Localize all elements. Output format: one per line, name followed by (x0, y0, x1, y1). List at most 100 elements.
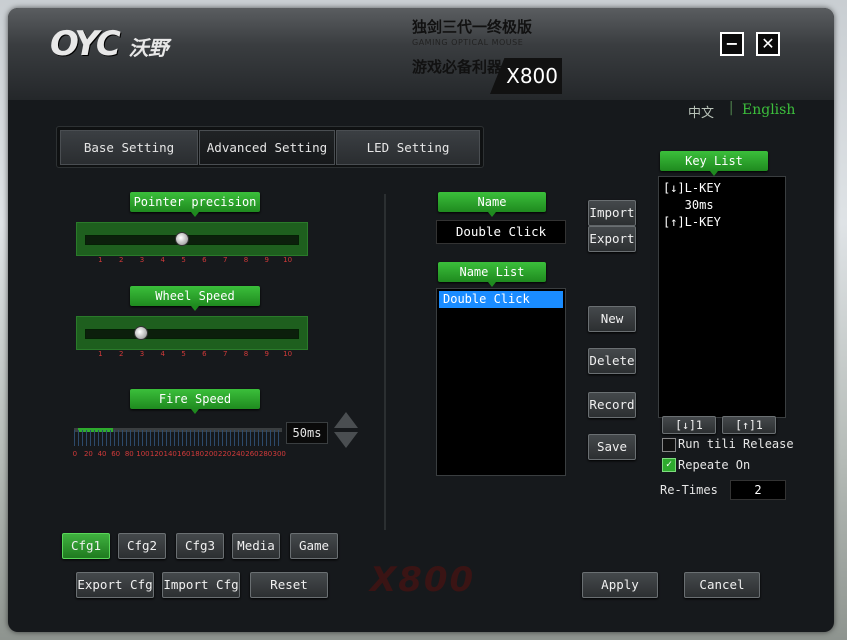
tick-label: 10 (283, 350, 293, 358)
product-slogan: 游戏必备利器 (412, 58, 503, 76)
tick-label: 220 (218, 450, 232, 458)
language-chinese[interactable]: 中文 (688, 102, 714, 121)
tick-label: 3 (139, 256, 145, 264)
slider-groove (85, 329, 299, 339)
tick-label: 120 (149, 450, 164, 458)
tick-label: 7 (222, 350, 228, 358)
tab-led-setting[interactable]: LED Setting (336, 130, 480, 165)
fire-speed-down-arrow-icon[interactable] (334, 432, 358, 448)
tab-advanced-setting[interactable]: Advanced Setting (199, 130, 335, 165)
tab-base-setting[interactable]: Base Setting (60, 130, 198, 165)
macro-name-list[interactable]: Double Click (436, 288, 566, 476)
tick-label: 2 (118, 350, 124, 358)
brand-logo: OYC 沃野 (50, 24, 210, 76)
tick-label: 180 (190, 450, 205, 458)
repeat-on-label: Repeate On (678, 458, 751, 472)
language-separator: | (727, 100, 736, 116)
pointer-precision-ticks: 1 2 3 4 5 6 7 8 9 10 (90, 256, 298, 264)
list-item[interactable]: [↑]L-KEY (659, 214, 785, 231)
tick-label: 10 (283, 256, 293, 264)
tick-label: 100 (136, 450, 150, 458)
import-button[interactable]: Import (588, 200, 636, 226)
cfg2-button[interactable]: Cfg2 (118, 533, 166, 559)
tick-label: 5 (181, 256, 186, 264)
tick-label: 20 (83, 450, 93, 458)
cancel-button[interactable]: Cancel (684, 572, 760, 598)
tick-label: 8 (243, 256, 249, 264)
retimes-label: Re-Times (660, 483, 718, 497)
retimes-input[interactable]: 2 (730, 480, 786, 500)
wheel-speed-slider[interactable] (76, 316, 308, 350)
tick-label: 8 (243, 350, 249, 358)
new-button[interactable]: New (588, 306, 636, 332)
product-subtitle: GAMING OPTICAL MOUSE (412, 38, 524, 47)
pointer-precision-slider[interactable] (76, 222, 308, 256)
tick-label: 240 (231, 450, 245, 458)
close-button[interactable]: ✕ (756, 32, 780, 56)
fire-speed-label: Fire Speed (130, 389, 260, 414)
name-list-label: Name List (438, 262, 546, 287)
slider-groove (85, 235, 299, 245)
export-cfg-button[interactable]: Export Cfg (76, 572, 154, 598)
fire-speed-value: 50ms (286, 422, 328, 444)
tick-label: 1 (98, 350, 103, 358)
tick-label: 2 (118, 256, 124, 264)
fire-speed-up-arrow-icon[interactable] (334, 412, 358, 428)
cfg3-button[interactable]: Cfg3 (176, 533, 224, 559)
app-window: OYC 沃野 独剑三代一终极版 GAMING OPTICAL MOUSE 游戏必… (8, 8, 834, 632)
wheel-speed-knob[interactable] (134, 326, 148, 340)
reset-button[interactable]: Reset (250, 572, 328, 598)
title-bar: OYC 沃野 独剑三代一终极版 GAMING OPTICAL MOUSE 游戏必… (8, 8, 834, 100)
list-item[interactable]: 30ms (659, 197, 785, 214)
tick-label: 6 (202, 256, 207, 264)
wheel-speed-label: Wheel Speed (130, 286, 260, 311)
tick-label: 3 (139, 350, 145, 358)
settings-tabs: Base Setting Advanced Setting LED Settin… (56, 126, 484, 168)
media-button[interactable]: Media (232, 533, 280, 559)
wheel-speed-ticks: 1 2 3 4 5 6 7 8 9 10 (90, 350, 298, 358)
logo-cn-text: 沃野 (128, 36, 169, 60)
tick-label: 9 (264, 350, 269, 358)
tick-label: 260 (245, 450, 259, 458)
key-down-button[interactable]: [↓]1 (662, 416, 716, 434)
export-button[interactable]: Export (588, 226, 636, 252)
model-name: X800 (506, 64, 558, 88)
list-item[interactable]: Double Click (439, 291, 563, 308)
key-list[interactable]: [↓]L-KEY 30ms [↑]L-KEY (658, 176, 786, 418)
language-english[interactable]: English (742, 102, 795, 118)
tick-label: 0 (72, 450, 78, 458)
run-till-release-label: Run tili Release (678, 437, 794, 451)
tick-label: 6 (202, 350, 207, 358)
tick-label: 5 (181, 350, 186, 358)
key-up-button[interactable]: [↑]1 (722, 416, 776, 434)
tick-label: 4 (160, 256, 166, 264)
fire-speed-ruler (74, 430, 282, 446)
repeat-on-checkbox[interactable]: ✓ (662, 458, 676, 472)
apply-button[interactable]: Apply (582, 572, 658, 598)
record-button[interactable]: Record (588, 392, 636, 418)
logo-text: OYC (50, 24, 121, 64)
pointer-precision-knob[interactable] (175, 232, 189, 246)
model-watermark: X800 (370, 560, 476, 600)
import-cfg-button[interactable]: Import Cfg (162, 572, 240, 598)
macro-name-field[interactable]: Double Click (436, 220, 566, 244)
minimize-button[interactable]: − (720, 32, 744, 56)
list-item[interactable]: [↓]L-KEY (659, 180, 785, 197)
run-till-release-checkbox[interactable] (662, 438, 676, 452)
key-list-label: Key List (660, 151, 768, 176)
tick-label: 140 (163, 450, 177, 458)
tick-label: 160 (177, 450, 191, 458)
tick-label: 4 (160, 350, 166, 358)
name-label: Name (438, 192, 546, 217)
tick-label: 80 (124, 450, 134, 458)
product-title-cn: 独剑三代一终极版 (412, 18, 533, 36)
tick-label: 40 (97, 450, 107, 458)
game-button[interactable]: Game (290, 533, 338, 559)
pointer-precision-label: Pointer precision (130, 192, 260, 217)
fire-speed-slider[interactable] (74, 424, 284, 450)
tick-label: 9 (264, 256, 269, 264)
delete-button[interactable]: Delete (588, 348, 636, 374)
tick-label: 280 (258, 450, 273, 458)
cfg1-button[interactable]: Cfg1 (62, 533, 110, 559)
save-button[interactable]: Save (588, 434, 636, 460)
